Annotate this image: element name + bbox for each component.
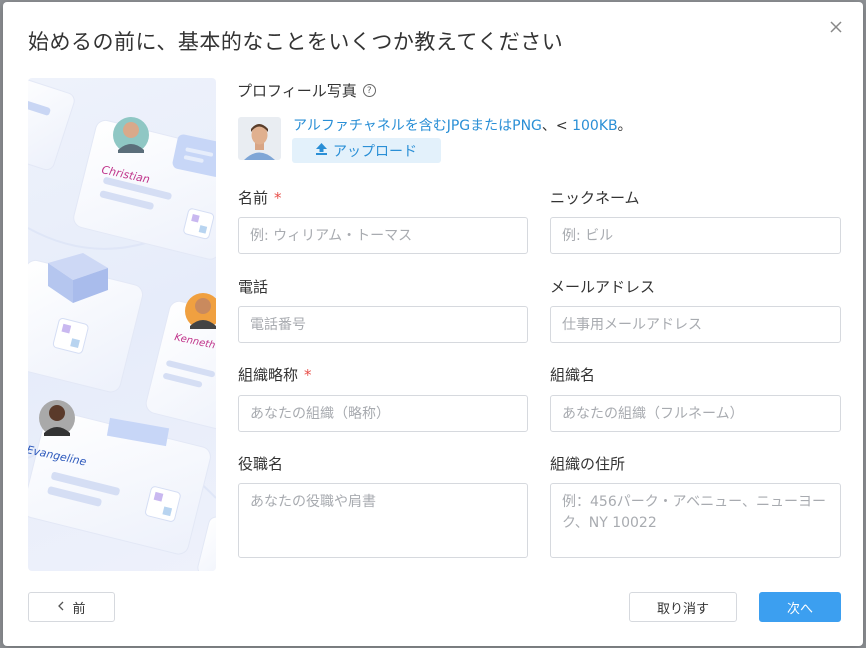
org-short-label-text: 組織略称 — [238, 366, 299, 384]
job-title-input[interactable] — [238, 483, 528, 558]
upload-hint-text: アルファチャネルを含むJPGまたはPNG — [293, 118, 542, 134]
upload-hint-separator: 、< — [541, 118, 568, 134]
question-icon[interactable]: ? — [362, 84, 376, 97]
org-address-input[interactable] — [550, 483, 841, 558]
onboarding-dialog: 始めるの前に、基本的なことをいくつか教えてください Christian Kenn… — [3, 2, 863, 646]
required-mark: * — [274, 189, 282, 207]
cancel-button[interactable]: 取り消す — [629, 592, 737, 622]
upload-button-label: アップロード — [333, 143, 417, 160]
prev-button-label: 前 — [72, 601, 86, 617]
onboarding-illustration: Christian Kenneth Evangeline — [28, 78, 216, 571]
org-short-label: 組織略称 * — [238, 364, 312, 385]
org-name-label: 組織名 — [550, 366, 596, 384]
phone-input[interactable] — [238, 306, 528, 343]
name-input[interactable] — [238, 217, 528, 254]
org-name-input[interactable] — [550, 395, 841, 432]
job-title-label: 役職名 — [238, 455, 284, 473]
nickname-input[interactable] — [550, 217, 841, 254]
nickname-label: ニックネーム — [550, 189, 640, 207]
upload-icon — [316, 142, 327, 159]
org-address-label: 組織の住所 — [550, 455, 626, 473]
profile-photo-label-text: プロフィール写真 — [237, 82, 357, 100]
upload-hint: アルファチャネルを含むJPGまたはPNG、< 100KB。 — [293, 115, 632, 135]
upload-button[interactable]: アップロード — [292, 138, 441, 163]
chevron-left-icon — [57, 600, 64, 615]
email-label: メールアドレス — [550, 278, 656, 296]
upload-hint-end: 。 — [617, 118, 632, 134]
name-label-text: 名前 — [238, 189, 269, 207]
profile-photo-label: プロフィール写真 ? — [237, 80, 376, 101]
next-button[interactable]: 次へ — [759, 592, 841, 622]
upload-hint-size: 100KB — [572, 118, 618, 134]
avatar — [238, 117, 281, 160]
dialog-title: 始めるの前に、基本的なことをいくつか教えてください — [28, 30, 564, 54]
name-label: 名前 * — [238, 187, 282, 208]
close-icon[interactable] — [827, 18, 845, 36]
prev-button[interactable]: 前 — [28, 592, 115, 622]
required-mark: * — [304, 366, 312, 384]
phone-label: 電話 — [238, 278, 269, 296]
org-short-input[interactable] — [238, 395, 528, 432]
email-input[interactable] — [550, 306, 841, 343]
